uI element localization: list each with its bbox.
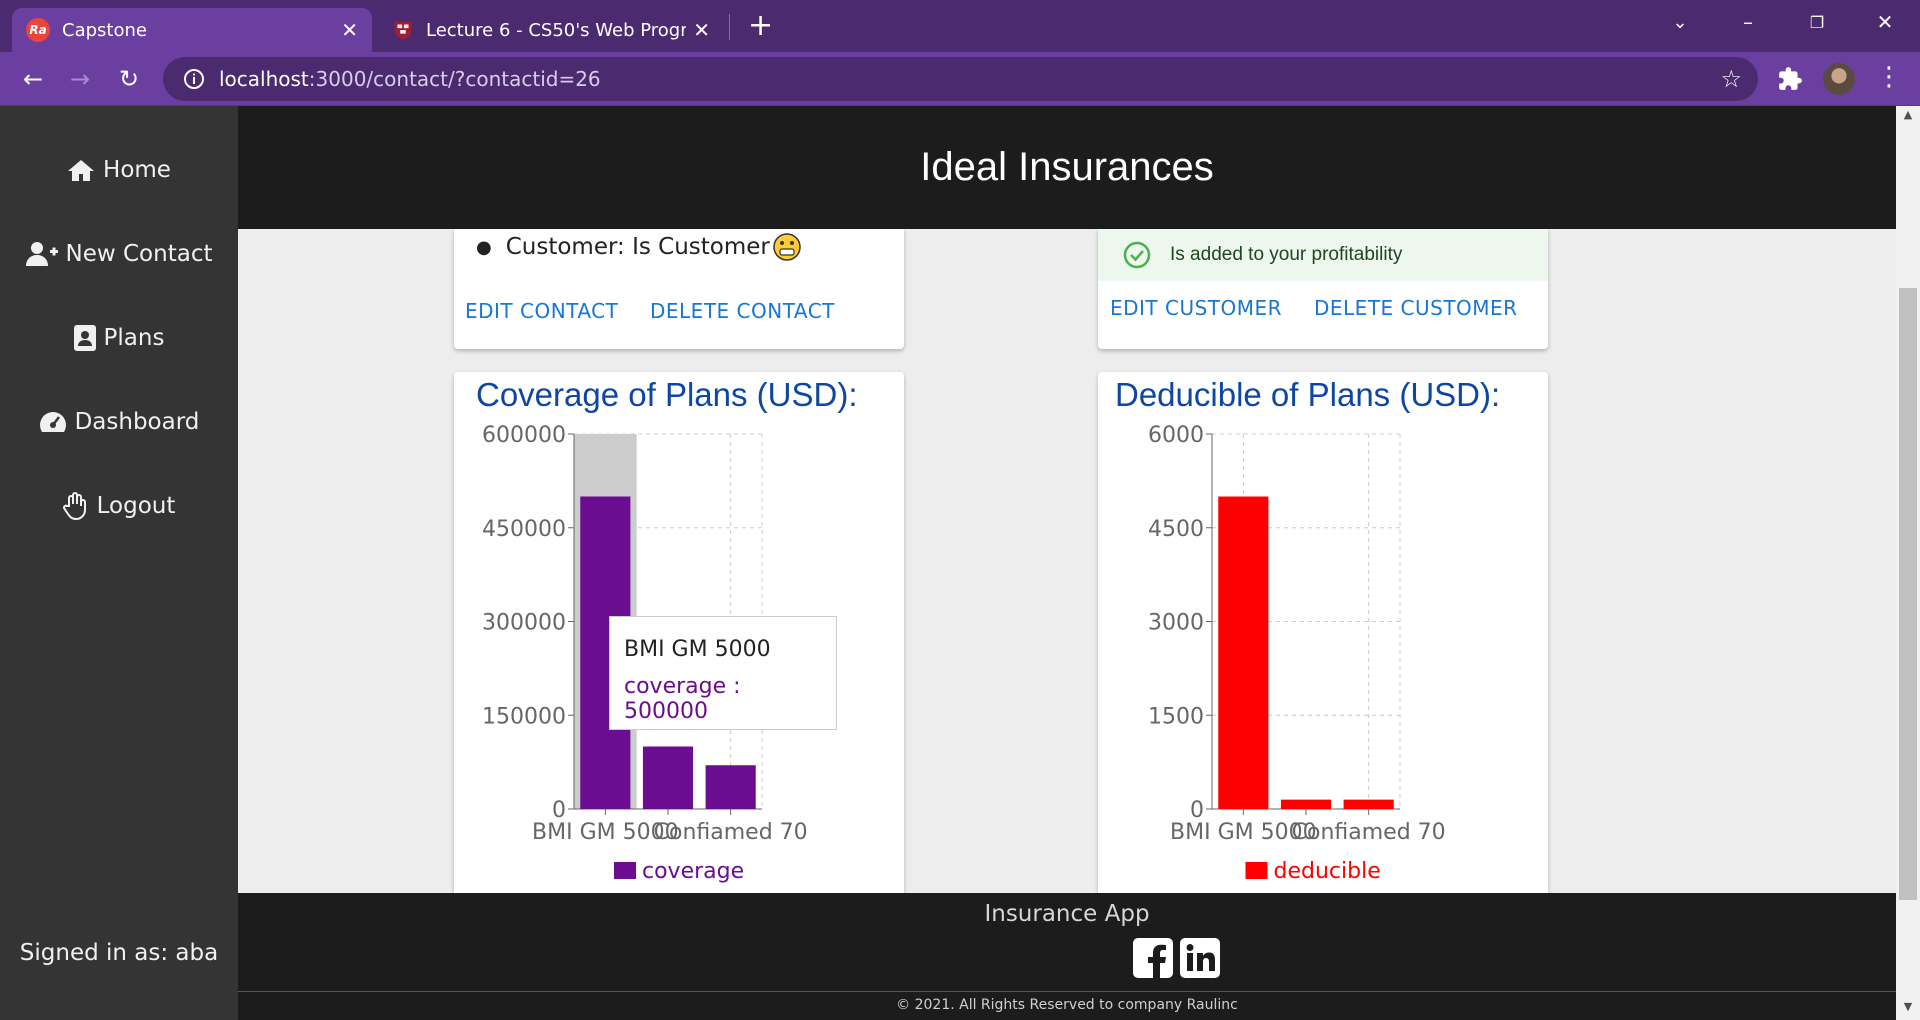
footer-app-name: Insurance App xyxy=(984,901,1150,927)
scroll-up-icon[interactable]: ▲ xyxy=(1899,108,1917,124)
y-tick-label: 1500 xyxy=(1148,704,1204,729)
hand-icon xyxy=(62,492,86,520)
delete-contact-button[interactable]: DELETE CONTACT xyxy=(650,299,835,323)
page-title: Ideal Insurances xyxy=(920,145,1214,189)
grimacing-emoji-icon xyxy=(773,233,801,261)
x-tick-label: Confiamed 70 xyxy=(1292,820,1446,845)
success-alert: Is added to your profitability xyxy=(1098,229,1548,281)
y-tick-label: 4500 xyxy=(1148,517,1204,542)
address-bar[interactable]: localhost:3000/contact/?contactid=26 ☆ xyxy=(163,57,1758,101)
close-tab-icon[interactable]: ✕ xyxy=(693,18,710,42)
edit-contact-button[interactable]: EDIT CONTACT xyxy=(465,299,618,323)
chart-legend: deducible xyxy=(1245,859,1381,884)
sidebar-item-logout[interactable]: Logout xyxy=(0,486,238,526)
browser-toolbar: ← → ↻ localhost:3000/contact/?contactid=… xyxy=(0,52,1920,106)
sidebar-item-label: Home xyxy=(103,157,171,183)
harvard-shield-icon xyxy=(394,21,412,40)
linkedin-icon[interactable] xyxy=(1180,938,1220,978)
sidebar-item-new-contact[interactable]: New Contact xyxy=(0,234,238,274)
y-tick-label: 300000 xyxy=(482,611,566,636)
tab-search-icon[interactable]: ⌄ xyxy=(1645,0,1715,44)
legend-swatch xyxy=(614,862,636,879)
facebook-icon[interactable] xyxy=(1133,938,1173,978)
customer-status-item: ● Customer: Is Customer xyxy=(476,232,802,262)
coverage-chart-card: Coverage of Plans (USD): 0 150000 300000 45… xyxy=(454,372,904,893)
bar[interactable] xyxy=(705,765,756,809)
extensions-puzzle-icon[interactable] xyxy=(1777,66,1803,92)
sidebar-item-label: Logout xyxy=(96,493,176,519)
signed-in-label: Signed in as: aba xyxy=(19,940,219,966)
y-tick-label: 150000 xyxy=(482,704,566,729)
edit-customer-button[interactable]: EDIT CUSTOMER xyxy=(1110,296,1282,320)
y-tick-label: 3000 xyxy=(1148,611,1204,636)
sidebar-item-label: New Contact xyxy=(65,241,213,267)
user-plus-icon xyxy=(25,242,58,266)
deducible-chart-card: Deducible of Plans (USD): 0 1500 3000 4500 6… xyxy=(1098,372,1548,893)
x-tick-label: Confiamed 70 xyxy=(654,820,808,845)
tab-lecture[interactable]: Lecture 6 - CS50's Web Programm ✕ xyxy=(378,8,724,52)
info-icon[interactable] xyxy=(183,68,205,90)
bar[interactable] xyxy=(1280,799,1332,809)
sidebar-item-label: Dashboard xyxy=(74,409,200,435)
legend-label: coverage xyxy=(642,859,744,884)
reload-icon[interactable]: ↻ xyxy=(112,62,146,96)
chart-tooltip: BMI GM 5000 coverage : 500000 xyxy=(609,616,837,730)
sidebar: Home New Contact Plans Dashboard Logout … xyxy=(0,106,238,1020)
new-tab-icon[interactable]: + xyxy=(748,8,773,43)
sidebar-item-label: Plans xyxy=(103,325,165,351)
footer-copyright: © 2021. All Rights Reserved to company R… xyxy=(896,997,1238,1013)
y-tick-label: 600000 xyxy=(482,423,566,448)
legend-label: deducible xyxy=(1274,859,1381,884)
check-circle-icon xyxy=(1123,241,1151,269)
back-icon[interactable]: ← xyxy=(16,62,50,96)
home-icon xyxy=(68,160,95,181)
tab-title: Capstone xyxy=(62,19,147,41)
contact-card: ● Customer: Is Customer EDIT CONTACT DEL… xyxy=(454,229,904,349)
customer-status-text: Customer: Is Customer xyxy=(505,234,770,260)
tab-separator xyxy=(729,14,730,40)
page-header: Ideal Insurances xyxy=(238,106,1896,229)
capstone-favicon-icon: Ra xyxy=(26,18,50,42)
scroll-down-icon[interactable]: ▼ xyxy=(1899,1000,1917,1016)
bookmark-star-icon[interactable]: ☆ xyxy=(1720,65,1742,93)
tooltip-value: coverage : 500000 xyxy=(624,674,741,724)
y-tick-label: 450000 xyxy=(482,517,566,542)
window-close-icon[interactable]: ✕ xyxy=(1850,0,1920,44)
scrollbar-thumb[interactable] xyxy=(1899,288,1917,900)
close-tab-icon[interactable]: ✕ xyxy=(341,18,358,42)
url-text: localhost:3000/contact/?contactid=26 xyxy=(219,67,601,91)
chart-legend: coverage xyxy=(614,859,744,884)
minimize-icon[interactable]: – xyxy=(1713,0,1783,44)
gauge-icon xyxy=(39,412,66,432)
bar[interactable] xyxy=(1218,496,1269,810)
customer-card: Is added to your profitability EDIT CUST… xyxy=(1098,229,1548,349)
success-alert-text: Is added to your profitability xyxy=(1170,244,1403,265)
menu-kebab-icon[interactable]: ⋮ xyxy=(1876,62,1902,92)
restore-icon[interactable]: ❐ xyxy=(1782,0,1852,44)
footer-divider xyxy=(238,991,1896,992)
browser-tab-bar: Ra Capstone ✕ Lecture 6 - CS50's Web Pro… xyxy=(0,0,1920,52)
id-card-icon xyxy=(73,325,96,351)
sidebar-item-home[interactable]: Home xyxy=(0,150,238,190)
forward-icon[interactable]: → xyxy=(63,62,97,96)
sidebar-item-plans[interactable]: Plans xyxy=(0,318,238,358)
sidebar-item-dashboard[interactable]: Dashboard xyxy=(0,402,238,442)
y-tick-label: 6000 xyxy=(1148,423,1204,448)
bar[interactable] xyxy=(642,746,694,810)
profile-avatar[interactable] xyxy=(1823,63,1855,95)
tab-capstone[interactable]: Ra Capstone ✕ xyxy=(12,8,372,52)
bar[interactable] xyxy=(1343,799,1394,809)
legend-swatch xyxy=(1245,862,1268,879)
footer: Insurance App © 2021. All Rights Reserve… xyxy=(238,893,1896,1020)
tab-title: Lecture 6 - CS50's Web Programm xyxy=(426,19,686,41)
tooltip-title: BMI GM 5000 xyxy=(624,637,771,662)
deducible-bar-chart: 01500300045006000BMI GM 5000Confiamed 70… xyxy=(1148,423,1446,884)
delete-customer-button[interactable]: DELETE CUSTOMER xyxy=(1314,296,1518,320)
